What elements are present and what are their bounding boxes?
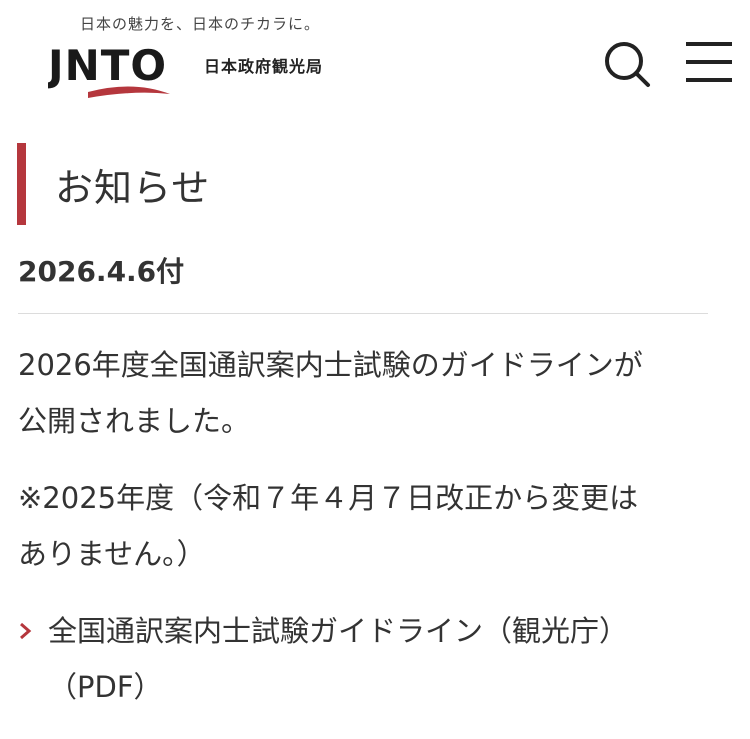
notice-paragraph-1-line-1: 2026年度全国通訳案内士試験のガイドラインが bbox=[18, 348, 643, 382]
org-name: 日本政府観光局 bbox=[204, 57, 324, 76]
logo-text: JNTO bbox=[48, 41, 167, 90]
notice-paragraph-2-line-2: ありません。） bbox=[18, 537, 206, 571]
hamburger-menu-icon bbox=[686, 42, 732, 82]
menu-button[interactable] bbox=[684, 40, 734, 86]
page-title: お知らせ bbox=[55, 165, 211, 210]
guideline-link-text: 全国通訳案内士試験ガイドライン（観光庁） （PDF） bbox=[48, 603, 628, 715]
notice-paragraph-1-line-2: 公開されました。 bbox=[18, 404, 251, 438]
page: 日本の魅力を、日本のチカラに。 JNTO 日本政府観光局 お知らせ 2026.4… bbox=[0, 0, 750, 739]
divider bbox=[18, 313, 708, 314]
guideline-link-line-2: （PDF） bbox=[48, 670, 163, 704]
notice-paragraph-2-line-1: ※2025年度（令和７年４月７日改正から変更は bbox=[18, 481, 639, 515]
section-heading: お知らせ bbox=[17, 143, 707, 225]
guideline-pdf-link[interactable]: 全国通訳案内士試験ガイドライン（観光庁） （PDF） bbox=[18, 603, 718, 715]
guideline-link-line-1: 全国通訳案内士試験ガイドライン（観光庁） bbox=[48, 614, 629, 648]
chevron-right-icon bbox=[18, 603, 48, 659]
notice-paragraph-2: ※2025年度（令和７年４月７日改正から変更は ありません。） bbox=[18, 470, 718, 582]
tagline: 日本の魅力を、日本のチカラに。 bbox=[80, 15, 321, 33]
jnto-logo[interactable]: JNTO bbox=[45, 40, 178, 110]
heading-accent-bar bbox=[17, 143, 26, 225]
site-header: 日本の魅力を、日本のチカラに。 JNTO 日本政府観光局 bbox=[18, 0, 732, 130]
notice-date: 2026.4.6付 bbox=[18, 255, 185, 288]
search-icon bbox=[605, 42, 650, 87]
search-button[interactable] bbox=[601, 38, 653, 90]
notice-paragraph-1: 2026年度全国通訳案内士試験のガイドラインが 公開されました。 bbox=[18, 337, 718, 449]
